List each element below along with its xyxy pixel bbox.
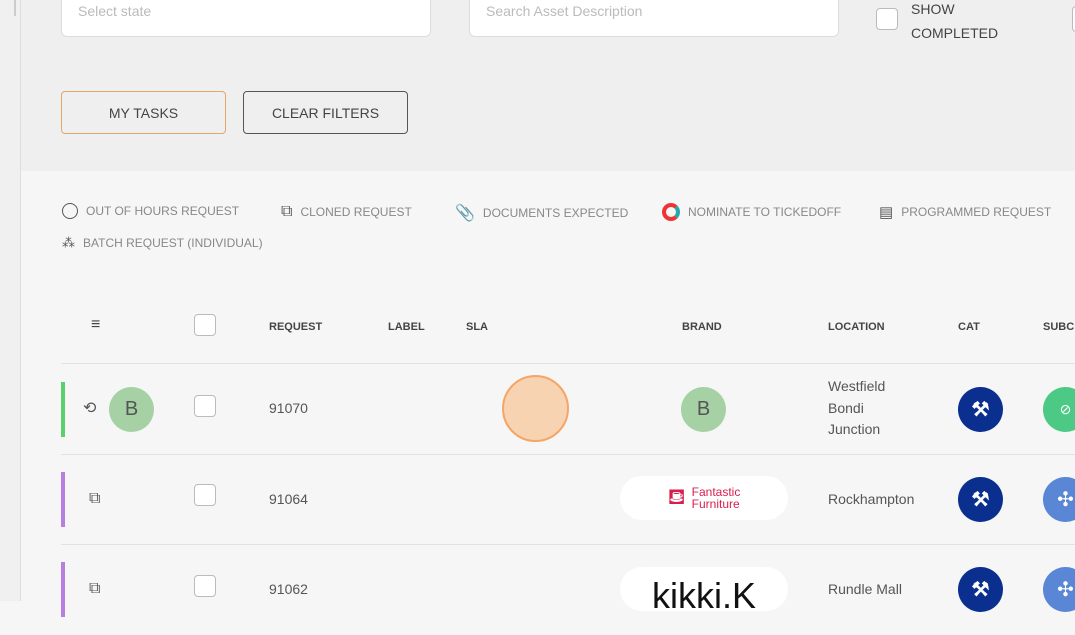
sofa-icon: ⛾: [667, 483, 686, 509]
legend-label: BATCH REQUEST (INDIVIDUAL): [83, 236, 263, 250]
header-label[interactable]: LABEL: [388, 321, 425, 333]
row-checkbox[interactable]: [194, 395, 216, 417]
status-bar: [61, 472, 65, 527]
tickedoff-icon: [662, 203, 680, 221]
clone-icon: ⧉: [281, 203, 293, 220]
location: Rundle Mall: [828, 581, 902, 597]
header-brand[interactable]: BRAND: [682, 321, 722, 333]
out-of-hours-icon: ⟲: [83, 400, 97, 417]
legend-label: OUT OF HOURS REQUEST: [86, 204, 240, 218]
asset-placeholder: Search Asset Description: [486, 3, 643, 19]
legend-cloned: ⧉ CLONED REQUEST: [281, 203, 412, 221]
maintenance-tools-icon: ⚒: [958, 477, 1003, 522]
cloned-icon: ⧉: [89, 580, 101, 597]
maintenance-tools-icon: ⚒: [958, 567, 1003, 612]
status-bar: [61, 382, 65, 437]
status-bar: [61, 562, 65, 617]
legend-label: CLONED REQUEST: [300, 205, 412, 219]
subcat-icon: ⊘: [1043, 387, 1075, 432]
show-completed-checkbox[interactable]: [876, 8, 898, 30]
header-location[interactable]: LOCATION: [828, 321, 885, 333]
legend-documents: 📎 DOCUMENTS EXPECTED: [455, 203, 628, 223]
asset-search-input[interactable]: Search Asset Description: [469, 0, 839, 37]
clear-filters-button[interactable]: CLEAR FILTERS: [243, 91, 408, 134]
legend-label: DOCUMENTS EXPECTED: [482, 206, 629, 220]
brand-text: Furniture: [691, 497, 740, 511]
cloned-icon: ⧉: [89, 490, 101, 507]
brand-avatar: B: [681, 387, 726, 432]
brand-logo: kikki.K: [620, 567, 788, 616]
avatar: B: [109, 387, 154, 432]
clock-icon: [62, 203, 78, 219]
request-id[interactable]: 91064: [269, 491, 308, 507]
fan-icon: ✣: [1043, 477, 1075, 522]
header-sla[interactable]: SLA: [466, 321, 488, 333]
legend-tickedoff: NOMINATE TO TICKEDOFF: [662, 203, 841, 221]
brand-logo: ⛾ Fantastic Furniture: [620, 476, 788, 520]
legend-label: NOMINATE TO TICKEDOFF: [688, 205, 842, 219]
location: Rockhampton: [828, 491, 915, 507]
sla-indicator: [502, 375, 569, 442]
my-tasks-button[interactable]: MY TASKS: [61, 91, 226, 134]
header-cat[interactable]: CAT: [958, 321, 980, 333]
state-select[interactable]: Select state: [61, 0, 431, 37]
select-all-checkbox[interactable]: [194, 314, 216, 336]
batch-icon: ⁂: [62, 235, 75, 250]
location: Westfield Bondi Junction: [828, 378, 886, 437]
table-row[interactable]: ⧉ 91062 kikki.K Rundle Mall ⚒ ✣: [61, 545, 1075, 635]
header-request[interactable]: REQUEST: [269, 321, 322, 333]
programmed-icon: ▤: [879, 204, 894, 221]
request-id[interactable]: 91070: [269, 400, 308, 416]
legend-out-of-hours: OUT OF HOURS REQUEST: [62, 203, 239, 219]
show-completed-label: SHOW COMPLETED: [911, 1, 999, 41]
table-row[interactable]: ⟲ B 91070 B Westfield Bondi Junction ⚒ ⊘: [61, 364, 1075, 455]
legend-programmed: ▤ PROGRAMMED REQUEST: [879, 203, 1051, 221]
left-sidebar: [0, 0, 21, 601]
legend-label: PROGRAMMED REQUEST: [901, 205, 1052, 219]
header-subcat[interactable]: SUBC: [1043, 321, 1074, 333]
row-checkbox[interactable]: [194, 484, 216, 506]
fan-icon: ✣: [1043, 567, 1075, 612]
row-checkbox[interactable]: [194, 575, 216, 597]
legend-batch: ⁂ BATCH REQUEST (INDIVIDUAL): [62, 235, 263, 251]
paperclip-icon: 📎: [455, 205, 475, 222]
column-menu-icon[interactable]: ≡: [91, 316, 100, 334]
state-placeholder: Select state: [78, 3, 152, 19]
maintenance-tools-icon: ⚒: [958, 387, 1003, 432]
table-row[interactable]: ⧉ 91064 ⛾ Fantastic Furniture Rockhampton…: [61, 455, 1075, 545]
request-id[interactable]: 91062: [269, 581, 308, 597]
